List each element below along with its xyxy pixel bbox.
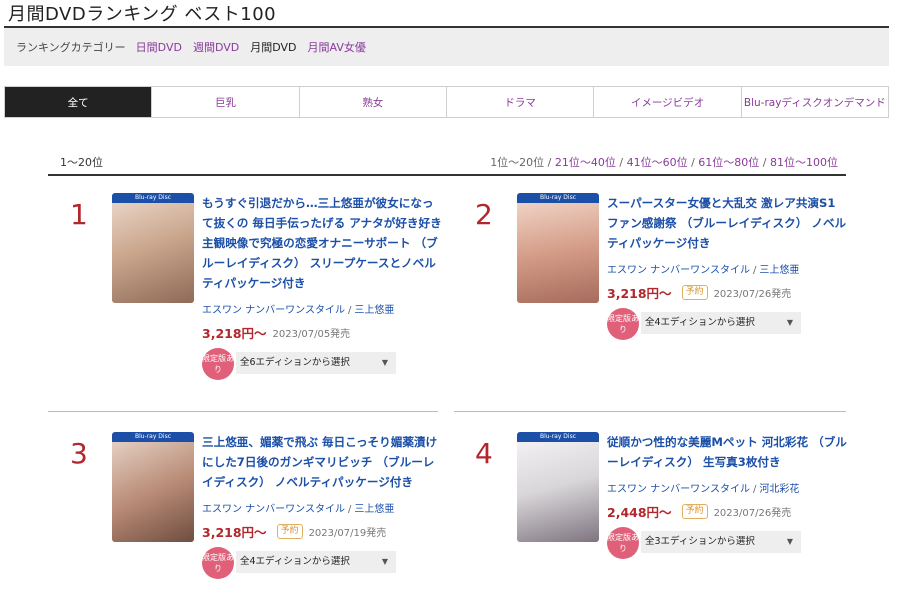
category-link-monthly-actress[interactable]: 月間AV女優 [308, 39, 366, 55]
pagination-separator: / [544, 156, 555, 169]
genre-tabs: 全て 巨乳 熟女 ドラマ イメージビデオ Blu-rayディスクオンデマンド [4, 86, 889, 118]
chevron-down-icon: ▼ [381, 358, 388, 367]
price: 3,218円〜 [202, 525, 267, 540]
limited-edition-badge: 限定版あり [202, 547, 234, 579]
ranking-category-bar: ランキングカテゴリー 日間DVD 週間DVD 月間DVD 月間AV女優 [4, 28, 889, 66]
product-cover[interactable]: Blu-ray Disc [517, 193, 599, 303]
current-range: 1〜20位 [60, 156, 103, 169]
tab-drama[interactable]: ドラマ [445, 87, 593, 117]
release-date: 2023/07/19発売 [308, 528, 387, 539]
product-title-link[interactable]: もうすぐ引退だから…三上悠亜が彼女になって抜くの 毎日手伝ったげる アナタが好き… [202, 193, 442, 293]
cover-art [112, 442, 194, 542]
product-title-link[interactable]: 従順かつ性的な美麗Mペット 河北彩花 （ブルーレイディスク） 生写真3枚付き [607, 432, 847, 472]
category-link-weekly[interactable]: 週間DVD [193, 39, 239, 55]
chevron-down-icon: ▼ [786, 318, 793, 327]
edition-select-label: 全6エディションから選択 [240, 357, 350, 368]
bluray-logo-icon: Blu-ray Disc [517, 193, 599, 203]
category-label: ランキングカテゴリー [16, 41, 126, 54]
cover-art [112, 203, 194, 303]
pagination-separator: / [615, 156, 627, 169]
actress-link[interactable]: 河北彩花 [759, 484, 799, 495]
actress-link[interactable]: 三上悠亜 [354, 305, 394, 316]
tab-mature[interactable]: 熟女 [298, 87, 446, 117]
edition-select-label: 全3エディションから選択 [645, 536, 755, 547]
page-link-81-100[interactable]: 81位〜100位 [770, 156, 838, 169]
maker-separator: / [752, 265, 757, 276]
row-divider-right [454, 411, 846, 412]
page-link-61-80[interactable]: 61位〜80位 [698, 156, 759, 169]
limited-edition-badge: 限定版あり [202, 348, 234, 380]
bluray-logo-icon: Blu-ray Disc [112, 193, 194, 203]
maker-link[interactable]: エスワン ナンバーワンスタイル [202, 504, 345, 515]
maker-separator: / [347, 504, 352, 515]
maker-separator: / [752, 484, 757, 495]
cover-art [517, 442, 599, 542]
category-link-daily[interactable]: 日間DVD [136, 39, 182, 55]
range-divider [48, 174, 846, 176]
reserve-badge: 予約 [681, 504, 708, 519]
page-link-1-20[interactable]: 1位〜20位 [490, 156, 544, 169]
reserve-badge: 予約 [681, 285, 708, 300]
edition-select[interactable]: 全3エディションから選択 ▼ [641, 531, 801, 553]
price: 3,218円〜 [607, 286, 672, 301]
edition-select[interactable]: 全4エディションから選択 ▼ [641, 312, 801, 334]
row-divider-left [48, 411, 438, 412]
bluray-logo-icon: Blu-ray Disc [517, 432, 599, 442]
product-cover[interactable]: Blu-ray Disc [112, 193, 194, 303]
tab-big-breasts[interactable]: 巨乳 [151, 87, 298, 117]
release-date: 2023/07/05発売 [272, 329, 351, 340]
price: 3,218円〜 [202, 326, 267, 341]
range-pagination: 1位〜20位 / 21位〜40位 / 41位〜60位 / 61位〜80位 / 8… [490, 154, 838, 170]
rank-number: 3 [70, 437, 88, 470]
limited-edition-badge: 限定版あり [607, 527, 639, 559]
cover-art [517, 203, 599, 303]
page-link-41-60[interactable]: 41位〜60位 [627, 156, 688, 169]
rank-number: 2 [475, 198, 493, 231]
release-date: 2023/07/26発売 [713, 508, 792, 519]
maker-link[interactable]: エスワン ナンバーワンスタイル [607, 265, 750, 276]
tab-image-video[interactable]: イメージビデオ [593, 87, 740, 117]
product-cover[interactable]: Blu-ray Disc [112, 432, 194, 542]
actress-link[interactable]: 三上悠亜 [759, 265, 799, 276]
maker-separator: / [347, 305, 352, 316]
tab-bluray-on-demand[interactable]: Blu-rayディスクオンデマンド [740, 87, 888, 117]
rank-number: 1 [70, 198, 88, 231]
edition-select-label: 全4エディションから選択 [645, 317, 755, 328]
product-title-link[interactable]: スーパースター女優と大乱交 激レア共演S1ファン感謝祭 （ブルーレイディスク） … [607, 193, 847, 253]
pagination-separator: / [687, 156, 699, 169]
limited-edition-badge: 限定版あり [607, 308, 639, 340]
maker-link[interactable]: エスワン ナンバーワンスタイル [607, 484, 750, 495]
category-link-monthly[interactable]: 月間DVD [250, 39, 296, 55]
product-cover[interactable]: Blu-ray Disc [517, 432, 599, 542]
actress-link[interactable]: 三上悠亜 [354, 504, 394, 515]
chevron-down-icon: ▼ [381, 557, 388, 566]
tab-all[interactable]: 全て [5, 87, 152, 117]
rank-number: 4 [475, 437, 493, 470]
page-link-21-40[interactable]: 21位〜40位 [555, 156, 616, 169]
product-title-link[interactable]: 三上悠亜、媚薬で飛ぶ 毎日こっそり媚薬漬けにした7日後のガンギマリビッチ （ブル… [202, 432, 442, 492]
edition-select-label: 全4エディションから選択 [240, 556, 350, 567]
reserve-badge: 予約 [276, 524, 303, 539]
bluray-logo-icon: Blu-ray Disc [112, 432, 194, 442]
page-title: 月間DVDランキング ベスト100 [8, 4, 277, 25]
price: 2,448円〜 [607, 505, 672, 520]
pagination-separator: / [759, 156, 770, 169]
edition-select[interactable]: 全6エディションから選択 ▼ [236, 352, 396, 374]
maker-link[interactable]: エスワン ナンバーワンスタイル [202, 305, 345, 316]
edition-select[interactable]: 全4エディションから選択 ▼ [236, 551, 396, 573]
chevron-down-icon: ▼ [786, 537, 793, 546]
release-date: 2023/07/26発売 [713, 289, 792, 300]
